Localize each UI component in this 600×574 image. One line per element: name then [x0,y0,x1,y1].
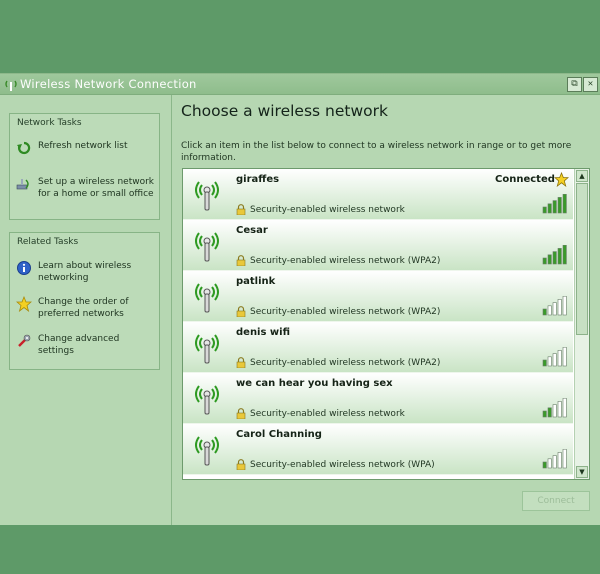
connect-button[interactable]: Connect [522,491,590,511]
lock-icon [236,204,246,215]
lock-icon [236,255,246,266]
related-tasks-header: Related Tasks [17,237,79,247]
network-list-item[interactable]: denis wifi Security-enabled wireless netw… [183,322,573,373]
instructions-text: Click an item in the list below to conne… [181,141,572,163]
close-button[interactable]: ✕ [583,77,598,92]
network-list-item[interactable]: Carol Channing Security-enabled wireless … [183,424,573,475]
preferred-star-icon [554,172,569,187]
security-type: Security-enabled wireless network [250,409,405,419]
signal-strength-icon [542,245,567,265]
wireless-antenna-icon [195,181,219,211]
info-icon [17,261,31,275]
wireless-network-window: Wireless Network Connection ⧉ ✕ Network … [0,73,600,525]
network-tasks-header: Network Tasks [17,118,82,128]
list-scrollbar[interactable]: ▲ ▼ [574,169,589,479]
network-list-item[interactable]: Cesar Security-enabled wireless network (… [183,220,573,271]
refresh-network-list-link[interactable]: Refresh network list [16,140,127,156]
scroll-up-icon[interactable]: ▲ [576,170,588,182]
wireless-antenna-icon [195,334,219,364]
page-title: Choose a wireless network [181,102,388,120]
security-type: Security-enabled wireless network [250,205,405,215]
network-list-item[interactable]: giraffes Security-enabled wireless networ… [183,169,573,220]
wireless-icon [5,80,17,91]
network-name: denis wifi [236,327,290,338]
lock-icon [236,306,246,317]
signal-strength-icon [542,398,567,418]
setup-wireless-network-link[interactable]: Set up a wireless network for a home or … [16,176,156,200]
network-list-item[interactable]: patlink Security-enabled wireless network… [183,271,573,322]
signal-strength-icon [542,347,567,367]
lock-icon [236,408,246,419]
scroll-thumb[interactable] [576,183,588,335]
lock-icon [236,357,246,368]
refresh-icon [17,141,31,155]
wireless-antenna-icon [195,283,219,313]
connection-status: Connected [495,174,555,185]
lock-icon [236,459,246,470]
network-name: giraffes [236,174,280,185]
network-name: Cesar [236,225,268,236]
wireless-antenna-icon [195,436,219,466]
signal-strength-icon [542,449,567,469]
signal-strength-icon [542,296,567,316]
scroll-down-icon[interactable]: ▼ [576,466,588,478]
restore-button[interactable]: ⧉ [567,77,582,92]
network-tasks-panel: Network Tasks Refresh network list Set u… [9,113,160,220]
security-type: Security-enabled wireless network (WPA2) [250,256,441,266]
signal-strength-icon [542,194,567,214]
title-bar[interactable]: Wireless Network Connection ⧉ ✕ [0,74,600,95]
security-type: Security-enabled wireless network (WPA2) [250,358,441,368]
wireless-antenna-icon [195,385,219,415]
wireless-antenna-icon [195,232,219,262]
setup-network-icon [16,179,29,190]
settings-icon [18,334,31,347]
change-advanced-settings-link[interactable]: Change advanced settings [16,333,156,357]
change-preferred-order-link[interactable]: Change the order of preferred networks [16,296,156,320]
security-type: Security-enabled wireless network (WPA2) [250,307,441,317]
window-title: Wireless Network Connection [20,77,197,91]
network-name: we can hear you having sex [236,378,393,389]
network-name: patlink [236,276,276,287]
main-pane: Choose a wireless network Click an item … [172,95,600,525]
network-name: Carol Channing [236,429,322,440]
network-list[interactable]: giraffes Security-enabled wireless networ… [182,168,590,480]
security-type: Security-enabled wireless network (WPA) [250,460,435,470]
learn-about-wireless-link[interactable]: Learn about wireless networking [16,260,156,284]
task-pane: Network Tasks Refresh network list Set u… [0,95,172,525]
related-tasks-panel: Related Tasks Learn about wireless netwo… [9,232,160,370]
star-icon [16,296,32,312]
network-list-item[interactable]: we can hear you having sex Security-enabl… [183,373,573,424]
